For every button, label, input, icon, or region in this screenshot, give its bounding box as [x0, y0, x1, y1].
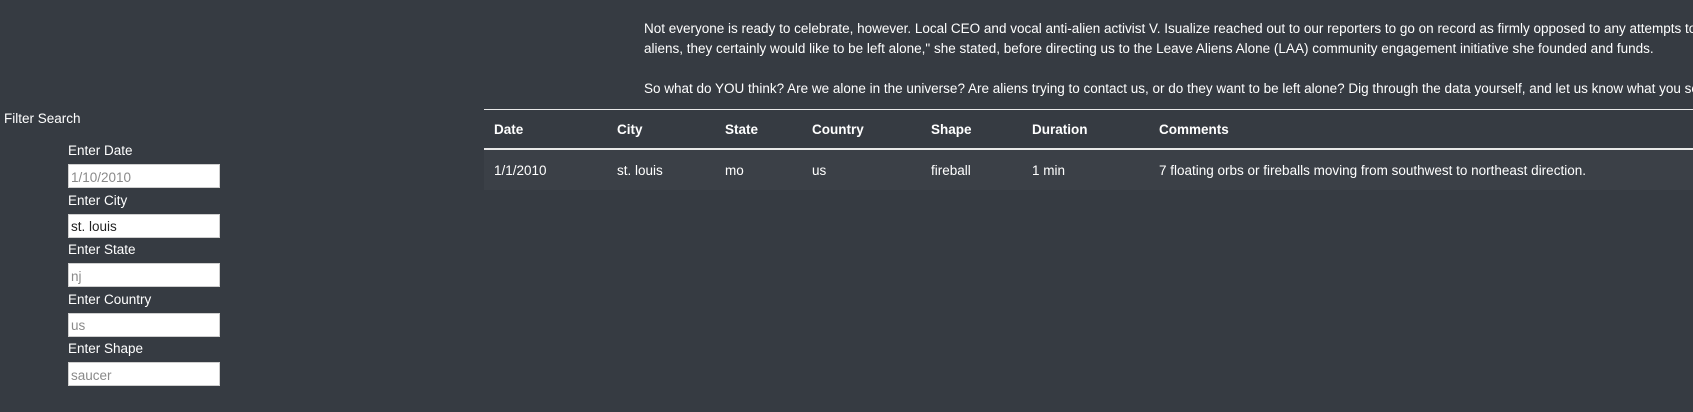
city-label: Enter City — [68, 192, 128, 208]
table-row: 1/1/2010 st. louis mo us fireball 1 min … — [484, 149, 1693, 190]
column-header-date: Date — [494, 121, 524, 137]
filter-item-country: Enter Country — [68, 291, 220, 341]
page: Not everyone is ready to celebrate, howe… — [0, 0, 1693, 412]
state-label: Enter State — [68, 242, 136, 257]
ufo-table: Date City State Country Shape Duration C… — [484, 109, 1693, 190]
cell-comments: 7 floating orbs or fireballs moving from… — [1159, 162, 1586, 178]
filter-title: Filter Search — [4, 111, 81, 126]
table-body: 1/1/2010 st. louis mo us fireball 1 min … — [484, 149, 1693, 190]
cell-duration: 1 min — [1032, 162, 1066, 178]
shape-input[interactable] — [68, 362, 220, 386]
state-input[interactable] — [68, 263, 220, 287]
cell-shape: fireball — [931, 162, 971, 178]
city-input[interactable] — [68, 213, 220, 238]
cell-city: st. louis — [617, 162, 663, 178]
article-paragraph: So what do YOU think? Are we alone in th… — [644, 81, 1693, 96]
cell-country: us — [812, 162, 827, 178]
ufo-table-container: Date City State Country Shape Duration C… — [484, 109, 1693, 190]
column-header-duration: Duration — [1032, 121, 1088, 137]
table-header: Date City State Country Shape Duration C… — [484, 109, 1693, 149]
filter-item-date: Enter Date — [68, 142, 220, 192]
column-header-state: State — [725, 121, 759, 137]
article-text: Not everyone is ready to celebrate, howe… — [644, 19, 1693, 119]
table-header-row: Date City State Country Shape Duration C… — [484, 109, 1693, 149]
column-header-city: City — [617, 121, 643, 137]
date-input[interactable] — [68, 164, 220, 188]
filter-list: Enter Date Enter City Enter State Enter … — [68, 142, 220, 390]
country-label: Enter Country — [68, 291, 152, 307]
article-line: aliens, they certainly would like to be … — [644, 41, 1654, 56]
date-label: Enter Date — [68, 143, 133, 158]
column-header-country: Country — [812, 121, 864, 137]
country-input[interactable] — [68, 312, 220, 337]
column-header-shape: Shape — [931, 121, 972, 137]
shape-label: Enter Shape — [68, 341, 144, 356]
cell-state: mo — [725, 162, 744, 178]
column-header-comments: Comments — [1159, 121, 1229, 137]
filter-item-state: Enter State — [68, 241, 220, 291]
cell-date: 1/1/2010 — [494, 162, 547, 178]
filter-item-city: Enter City — [68, 192, 220, 242]
article-line: Not everyone is ready to celebrate, howe… — [644, 21, 1693, 36]
article-paragraph: Not everyone is ready to celebrate, howe… — [644, 19, 1693, 59]
filter-item-shape: Enter Shape — [68, 340, 220, 390]
